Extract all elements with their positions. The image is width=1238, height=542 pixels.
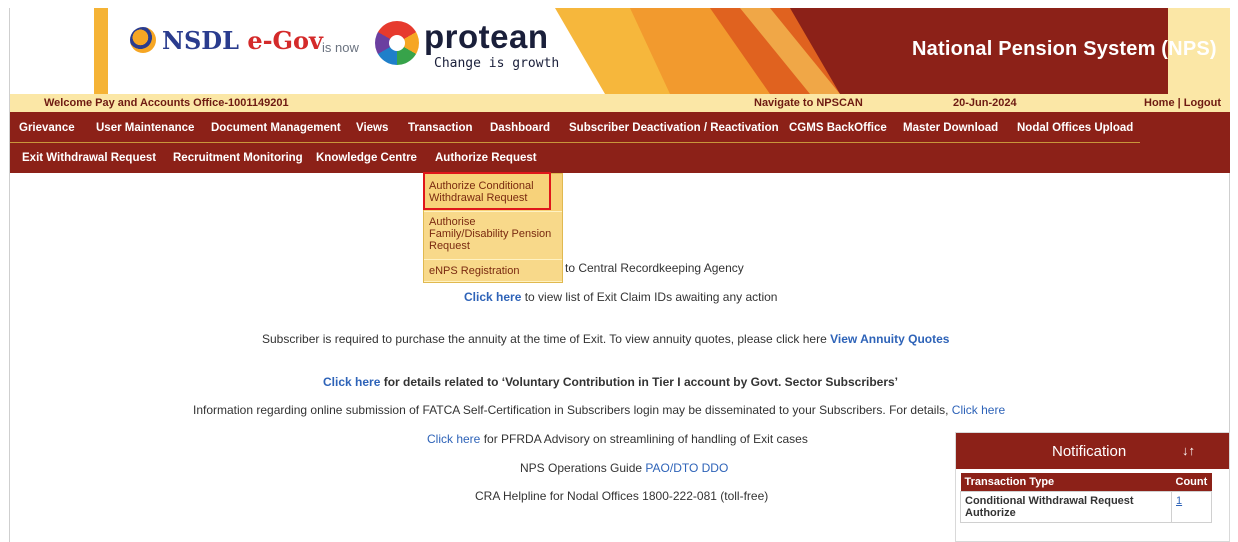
menu-recruitment-monitoring[interactable]: Recruitment Monitoring <box>173 152 303 164</box>
exit-claim-link[interactable]: Click here <box>464 290 521 304</box>
sort-icon[interactable]: ↓↑ <box>1182 443 1195 458</box>
column-header-count: Count <box>1171 473 1212 492</box>
helpline-text: CRA Helpline for Nodal Offices 1800-222-… <box>475 489 769 503</box>
menu-transaction[interactable]: Transaction <box>408 122 473 134</box>
menu-grievance[interactable]: Grievance <box>19 122 75 134</box>
notification-title: Notification <box>1052 443 1127 460</box>
dropdown-item-label: Family/Disability Pension <box>429 228 552 240</box>
fatca-line: Information regarding online submission … <box>193 403 1005 417</box>
menu-master-download[interactable]: Master Download <box>903 122 998 134</box>
highlight-box <box>423 172 551 210</box>
ops-guide-link[interactable]: PAO/DTO DDO <box>645 461 728 475</box>
dropdown-item-label: Authorise <box>429 216 476 228</box>
count-link[interactable]: 1 <box>1171 491 1212 523</box>
transaction-type-cell: Conditional Withdrawal Request Authorize <box>960 491 1172 523</box>
header-banner: NSDL e-Gov is now protean Change is grow… <box>10 8 1230 94</box>
current-date: 20-Jun-2024 <box>953 97 1017 109</box>
menu-knowledge-centre[interactable]: Knowledge Centre <box>316 152 417 164</box>
dropdown-item-authorise-family-disability[interactable]: Authorise Family/Disability Pension Requ… <box>424 212 562 260</box>
menu-dashboard[interactable]: Dashboard <box>490 122 550 134</box>
dropdown-item-label: Request <box>429 240 470 252</box>
voluntary-line: Click here for details related to ‘Volun… <box>323 375 898 389</box>
home-link[interactable]: Home <box>1144 97 1175 109</box>
menu-views[interactable]: Views <box>356 122 388 134</box>
exit-claim-line: Click here to view list of Exit Claim ID… <box>464 290 777 304</box>
pfrda-advisory-link[interactable]: Click here <box>427 432 480 446</box>
voluntary-contribution-link[interactable]: Click here <box>323 375 380 389</box>
exit-claim-text: to view list of Exit Claim IDs awaiting … <box>521 290 778 304</box>
notification-table-header: Transaction Type Count <box>960 473 1212 492</box>
is-now-text: is now <box>322 40 359 55</box>
menu-subscriber-deactivation[interactable]: Subscriber Deactivation / Reactivation <box>569 122 779 134</box>
nsdl-swirl-icon <box>130 27 156 53</box>
menu-user-maintenance[interactable]: User Maintenance <box>96 122 194 134</box>
pfrda-text: for PFRDA Advisory on streamlining of ha… <box>480 432 808 446</box>
notification-table: Transaction Type Count Conditional Withd… <box>960 473 1212 523</box>
column-header-transaction-type: Transaction Type <box>960 473 1172 492</box>
fatca-text: Information regarding online submission … <box>193 403 952 417</box>
welcome-text: Welcome Pay and Accounts Office-10011492… <box>44 97 289 109</box>
view-annuity-quotes-link[interactable]: View Annuity Quotes <box>830 332 949 346</box>
navigate-npscan-link[interactable]: Navigate to NPSCAN <box>754 97 863 109</box>
protean-tagline: Change is growth <box>434 56 560 71</box>
info-bar: Welcome Pay and Accounts Office-10011492… <box>10 94 1230 112</box>
egov-logo-text: e-Gov <box>247 26 323 55</box>
annuity-line: Subscriber is required to purchase the a… <box>262 332 949 346</box>
system-title: National Pension System (NPS) <box>912 38 1217 60</box>
pfrda-line: Click here for PFRDA Advisory on streaml… <box>427 432 808 446</box>
notification-panel: Notification ↓↑ Transaction Type Count C… <box>955 432 1230 542</box>
protean-logo-icon <box>375 21 419 65</box>
notification-header: Notification ↓↑ <box>956 433 1229 469</box>
menu-authorize-request[interactable]: Authorize Request <box>435 152 537 164</box>
dropdown-item-label: eNPS Registration <box>429 265 520 277</box>
ops-guide-line: NPS Operations Guide PAO/DTO DDO <box>520 461 728 475</box>
table-row: Conditional Withdrawal Request Authorize… <box>960 491 1212 523</box>
banner-left-stripe <box>94 8 108 94</box>
fatca-link[interactable]: Click here <box>952 403 1005 417</box>
menu-divider <box>10 142 1140 143</box>
nsdl-logo: NSDL e-Gov <box>130 26 323 55</box>
header-separator: | <box>1174 97 1184 109</box>
voluntary-text: for details related to ‘Voluntary Contri… <box>380 375 899 389</box>
ops-guide-text: NPS Operations Guide <box>520 461 646 475</box>
menu-exit-withdrawal-request[interactable]: Exit Withdrawal Request <box>22 152 156 164</box>
protean-logo-text: protean <box>424 18 549 55</box>
main-menu-row-1: Grievance User Maintenance Document Mana… <box>10 112 1230 145</box>
main-menu-row-2: Exit Withdrawal Request Recruitment Moni… <box>10 145 1230 173</box>
menu-nodal-offices-upload[interactable]: Nodal Offices Upload <box>1017 122 1133 134</box>
menu-document-management[interactable]: Document Management <box>211 122 341 134</box>
cra-text: to Central Recordkeeping Agency <box>565 261 744 275</box>
dropdown-item-enps-registration[interactable]: eNPS Registration <box>424 260 562 282</box>
annuity-text: Subscriber is required to purchase the a… <box>262 332 831 346</box>
menu-cgms-backoffice[interactable]: CGMS BackOffice <box>789 122 887 134</box>
nsdl-logo-text: NSDL <box>162 26 248 55</box>
logout-link[interactable]: Logout <box>1184 97 1221 109</box>
